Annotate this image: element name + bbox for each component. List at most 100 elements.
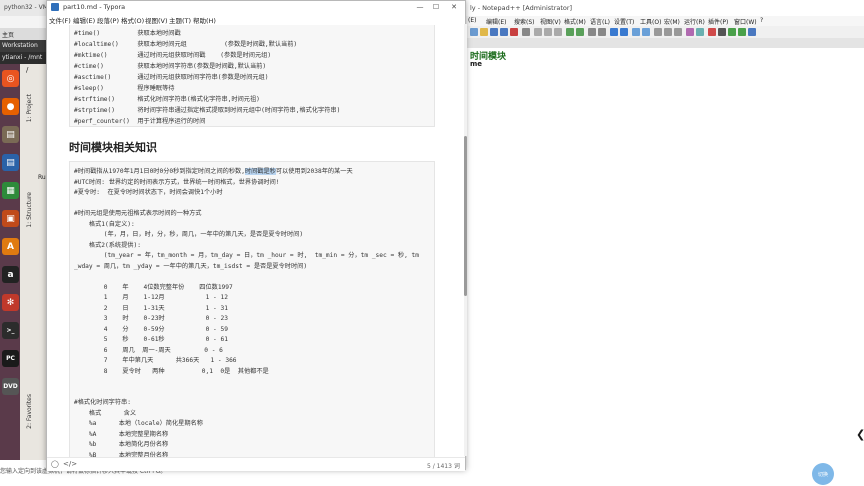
selected-text[interactable]: 时间戳是秒 [244,168,276,175]
code-block-functions[interactable]: #time() 获取本地时间戳 #localtime() 获取本地时间元组 (参数… [69,25,435,127]
word-count[interactable]: 5 / 1413 词 [427,461,460,470]
new-file-icon[interactable] [470,28,478,36]
project-tab[interactable]: 1: Project [26,94,33,122]
menu-help[interactable]: 帮助(H) [193,15,216,25]
wrap-icon[interactable] [654,28,662,36]
menu-file[interactable]: 文件(F) [49,15,71,25]
copy-icon[interactable] [544,28,552,36]
sync-h-icon[interactable] [642,28,650,36]
run-macro-multi-icon[interactable] [738,28,746,36]
settings-icon[interactable]: ✻ [2,294,19,311]
close-button[interactable]: ✕ [447,2,461,12]
section-heading: 时间模块相关知识 [69,141,157,154]
typora-editor[interactable]: #time() 获取本地时间戳 #localtime() 获取本地时间元组 (参数… [47,25,465,457]
npp-menu-view[interactable]: 视图(V) [540,17,561,26]
cut-icon[interactable] [534,28,542,36]
favorites-tab[interactable]: 2: Favorites [26,394,33,429]
code-func-line: #time() 获取本地时间戳 [74,30,181,37]
code-func-line: #strftime() 格式化时间字符串(格式化字符串,时间元祖) [74,96,260,103]
save-icon[interactable] [490,28,498,36]
expand-arrow-icon[interactable]: ❮ [856,428,864,441]
ide-root-slash: / [26,66,29,74]
npp-menu-macro[interactable]: 宏(M) [664,17,680,26]
npp-menu-plugins[interactable]: 插件(P) [708,17,728,26]
sync-v-icon[interactable] [632,28,640,36]
doc-map-icon[interactable] [686,28,694,36]
typora-footer: ◯ </> 5 / 1413 词 [47,457,465,471]
vm-tab-home[interactable]: 主页 [0,28,46,40]
record-macro-icon[interactable] [708,28,716,36]
typora-window: part10.md - Typora — ☐ ✕ 文件(F) 编辑(E) 段落(… [46,0,466,471]
code-time-line: _wday = 周几，tm _yday = 一年中的第几天，tm_isdst =… [74,262,308,270]
code-time-line: #格式化时间字符串: [74,399,131,406]
npp-menu-tools[interactable]: 工具(O) [640,17,661,26]
find-icon[interactable] [588,28,596,36]
files-icon[interactable]: ▤ [2,126,19,143]
source-mode-icon[interactable]: </> [63,460,77,468]
paste-icon[interactable] [554,28,562,36]
outline-toggle-icon[interactable]: ◯ [51,460,59,468]
npp-menu-language[interactable]: 语言(L) [590,17,610,26]
floating-assist-button[interactable]: 切换 [812,463,834,485]
zoom-out-icon[interactable] [620,28,628,36]
impress-icon[interactable]: ▣ [2,210,19,227]
npp-menu-help[interactable]: ? [760,17,763,24]
notepadpp-title: ly - Notepad++ [Administrator] [470,4,573,12]
notepadpp-editor[interactable] [466,48,864,460]
redo-icon[interactable] [576,28,584,36]
dvd-icon[interactable]: DVD [2,378,19,395]
stop-macro-icon[interactable] [718,28,726,36]
npp-menu-settings[interactable]: 设置(T) [614,17,634,26]
code-time-line: (年，月，日，时，分，秒，周几，一年中的第几天，是否是夏令时时间) [74,231,304,238]
vm-tab-workstation[interactable]: Workstation [0,40,46,52]
notepadpp-titlebar: ly - Notepad++ [Administrator] [466,0,864,17]
structure-tab[interactable]: 1: Structure [26,192,33,228]
calc-icon[interactable]: ▦ [2,182,19,199]
menu-theme[interactable]: 主题(T) [169,15,191,25]
amazon-icon[interactable]: a [2,266,19,283]
code-time-line: %a 本地（locale）简化星期名称 [74,420,203,427]
open-file-icon[interactable] [480,28,488,36]
close-file-icon[interactable] [510,28,518,36]
undo-icon[interactable] [566,28,574,36]
play-macro-icon[interactable] [728,28,736,36]
ide-side-panel: 1: Project 1: Structure 2: Favorites [20,64,47,460]
vm-titlebar: python32 - VM [0,0,46,17]
npp-menu-run[interactable]: 运行(R) [684,17,705,26]
npp-menu-edit[interactable]: 编辑(E) [486,17,506,26]
vm-tab-path[interactable]: ytianxi - /mnt [0,52,46,64]
zoom-in-icon[interactable] [610,28,618,36]
code-time-line: %B 本地完整月份名称 [74,451,169,458]
npp-menu-0[interactable]: (E) [468,17,476,24]
menu-paragraph[interactable]: 段落(P) [97,15,119,25]
code-time-line: 格式 含义 [74,409,137,417]
writer-icon[interactable]: ▤ [2,154,19,171]
replace-icon[interactable] [598,28,606,36]
ubuntu-launcher [0,64,20,460]
menu-edit[interactable]: 编辑(E) [73,15,95,25]
npp-menu-format[interactable]: 格式(M) [564,17,586,26]
menu-view[interactable]: 视图(V) [145,15,168,25]
firefox-icon[interactable]: ● [2,98,19,115]
pycharm-icon[interactable]: PC [2,350,19,367]
terminal-icon[interactable]: >_ [2,322,19,339]
minimize-button[interactable]: — [413,2,427,12]
save-macro-icon[interactable] [748,28,756,36]
code-time-line: (tm_year = 年，tm_month = 月，tm_day = 日，tm … [74,252,419,259]
maximize-button[interactable]: ☐ [429,2,443,12]
code-time-line: %A 本地完整星期名称 [74,430,169,438]
menu-format[interactable]: 格式(O) [121,15,144,25]
npp-menu-search[interactable]: 搜索(S) [514,17,535,26]
typora-app-icon [51,3,59,11]
indent-guide-icon[interactable] [674,28,682,36]
ubuntu-icon[interactable]: ◎ [2,70,19,87]
show-all-chars-icon[interactable] [664,28,672,36]
code-time-line: #夏令时: 在夏令时时间状态下，时间会调快1个小时 [74,189,223,196]
function-list-icon[interactable] [696,28,704,36]
save-all-icon[interactable] [500,28,508,36]
code-block-time-knowledge[interactable]: #时间戳指从1970年1月1日0时0分0秒到指定时间之间的秒数,时间戳是秒可以使… [69,161,435,457]
software-icon[interactable]: A [2,238,19,255]
scrollbar-thumb[interactable] [464,136,467,296]
print-icon[interactable] [522,28,530,36]
npp-menu-window[interactable]: 窗口(W) [734,17,757,26]
